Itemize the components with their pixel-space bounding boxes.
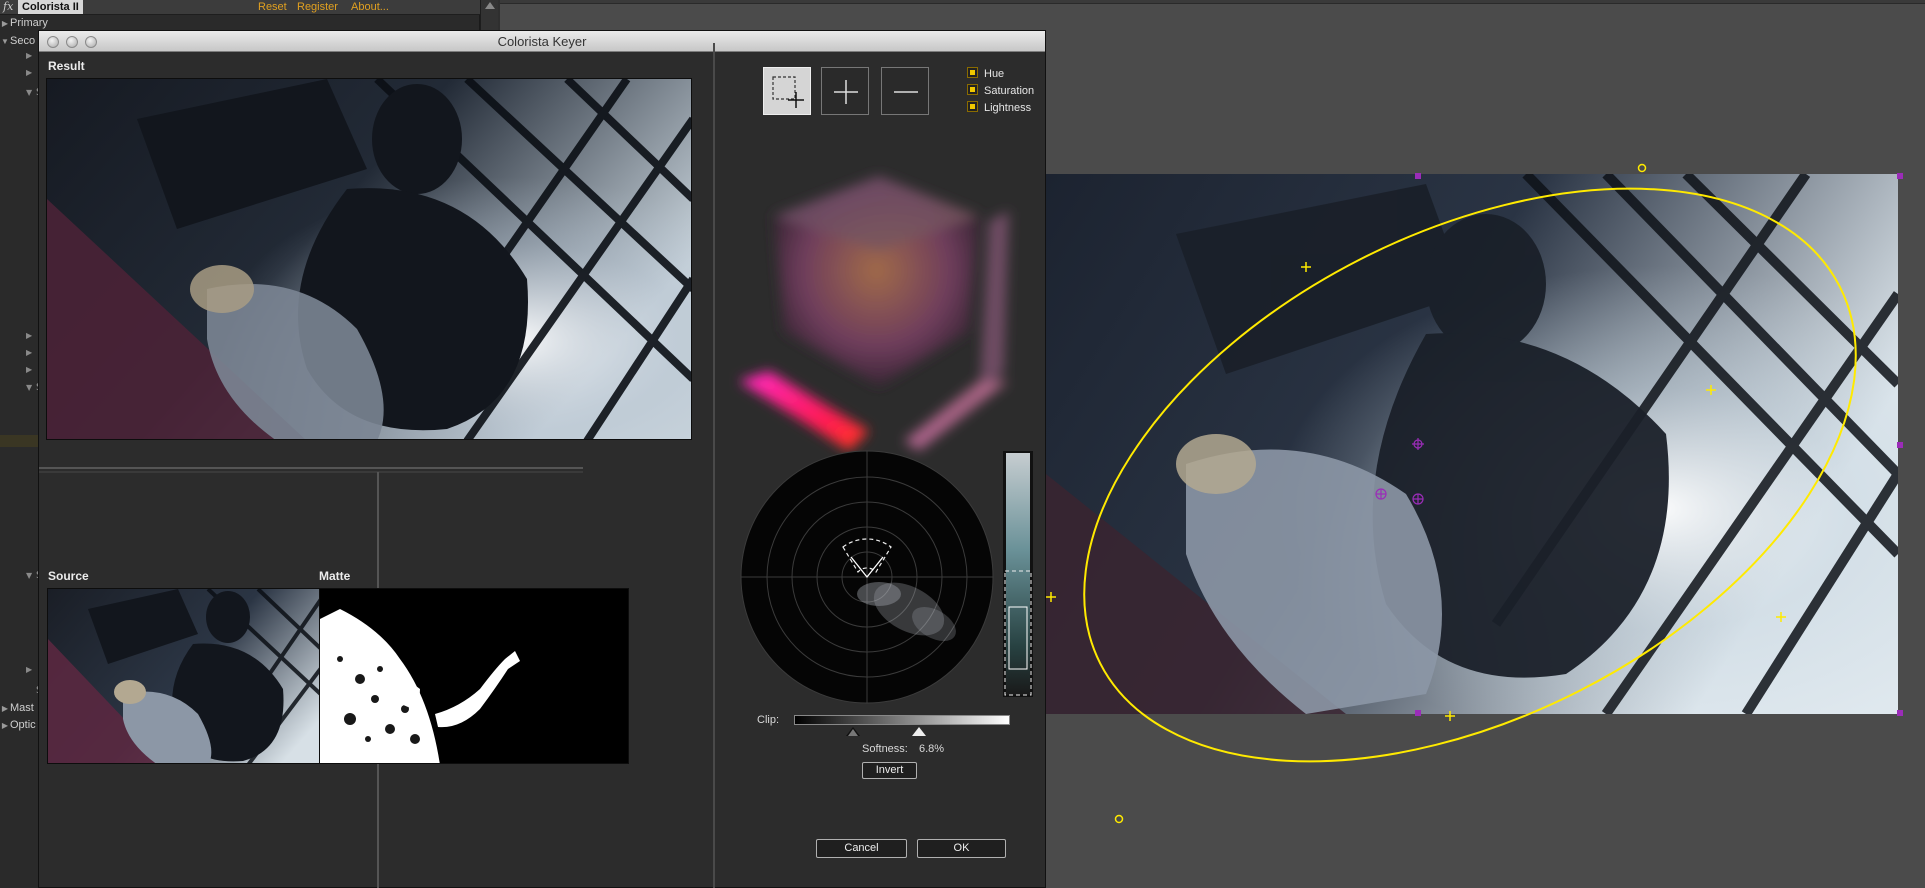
effect-name: Colorista II [18, 0, 83, 14]
fx-icon[interactable]: fx [3, 0, 13, 13]
result-label: Result [48, 59, 85, 73]
clip-low-handle-inner [848, 729, 858, 736]
register-link[interactable]: Register [297, 1, 338, 13]
clip-gradient-slider[interactable] [794, 715, 1010, 725]
disclosure-closed-icon[interactable]: ▶ [0, 16, 10, 32]
source-image[interactable] [47, 588, 357, 764]
tree-row-label: Optic [10, 719, 36, 731]
pane-divider[interactable] [39, 467, 583, 469]
mask-rotation-handle[interactable] [1637, 163, 1647, 173]
saturation-label: Saturation [984, 85, 1035, 97]
color-cube-3d-view[interactable] [729, 141, 1029, 461]
dialog-titlebar[interactable]: Colorista Keyer [39, 31, 1045, 52]
main-pane-divider[interactable] [713, 43, 715, 888]
invert-button[interactable]: Invert [862, 762, 917, 779]
matte-label: Matte [319, 569, 351, 583]
svg-text:▶: ▶ [26, 331, 33, 340]
subtract-color-button[interactable] [881, 67, 929, 115]
result-image [46, 78, 692, 440]
svg-text:▶: ▶ [26, 665, 33, 674]
layer-bounding-handles[interactable] [1415, 173, 1903, 716]
lightness-checkbox[interactable]: Lightness [967, 101, 1031, 115]
checkbox-checked-icon[interactable] [967, 101, 978, 112]
mask-anchor-handle[interactable] [1114, 814, 1124, 824]
cancel-button[interactable]: Cancel [816, 839, 907, 858]
effect-header: fx Colorista II Reset Register About... [0, 0, 480, 15]
viewer-top-edge [500, 0, 1925, 4]
svg-text:▶: ▶ [26, 348, 33, 357]
hue-checkbox[interactable]: Hue [967, 67, 1004, 81]
minus-icon [894, 91, 918, 93]
svg-text:▶: ▶ [26, 51, 33, 60]
checkbox-checked-icon[interactable] [967, 67, 978, 78]
select-add-icon [772, 76, 804, 108]
mask-ellipse[interactable] [1030, 150, 1925, 830]
disclosure-closed-icon[interactable]: ▶ [0, 718, 10, 734]
add-color-button[interactable] [821, 67, 869, 115]
keyer-sample-points[interactable] [1375, 438, 1424, 505]
lightness-histogram[interactable] [1003, 451, 1033, 697]
tree-row-primary[interactable]: ▶ Primary [0, 15, 480, 31]
svg-text:▶: ▶ [26, 68, 33, 77]
checkbox-checked-icon[interactable] [967, 84, 978, 95]
dialog-title: Colorista Keyer [497, 34, 587, 49]
svg-text:▼: ▼ [26, 88, 33, 97]
scroll-up-arrow-icon[interactable] [485, 2, 495, 9]
about-link[interactable]: About... [351, 1, 389, 13]
saturation-checkbox[interactable]: Saturation [967, 84, 1034, 98]
softness-label: Softness: [862, 743, 908, 755]
plus-icon [834, 80, 858, 104]
reset-link[interactable]: Reset [258, 1, 287, 13]
clip-high-handle-icon[interactable] [912, 727, 926, 736]
clip-label: Clip: [757, 714, 780, 726]
svg-text:▼: ▼ [26, 383, 33, 392]
vectorscope[interactable] [739, 449, 995, 705]
softness-value[interactable]: 6.8% [919, 743, 944, 755]
hue-label: Hue [984, 68, 1005, 80]
svg-text:▶: ▶ [26, 365, 33, 374]
tree-row-label: Primary [10, 17, 48, 29]
lightness-label: Lightness [984, 102, 1032, 114]
matte-image[interactable] [319, 588, 629, 764]
source-label: Source [48, 569, 89, 583]
svg-text:▼: ▼ [26, 571, 33, 580]
ok-button[interactable]: OK [917, 839, 1006, 858]
mask-ellipse-handles[interactable] [1046, 262, 1786, 721]
mask-overlay[interactable] [1030, 150, 1925, 830]
select-add-button[interactable] [763, 67, 811, 115]
colorista-keyer-dialog: Colorista Keyer Result Source Matte Hue … [38, 30, 1046, 888]
pane-divider-shadow [39, 471, 583, 473]
